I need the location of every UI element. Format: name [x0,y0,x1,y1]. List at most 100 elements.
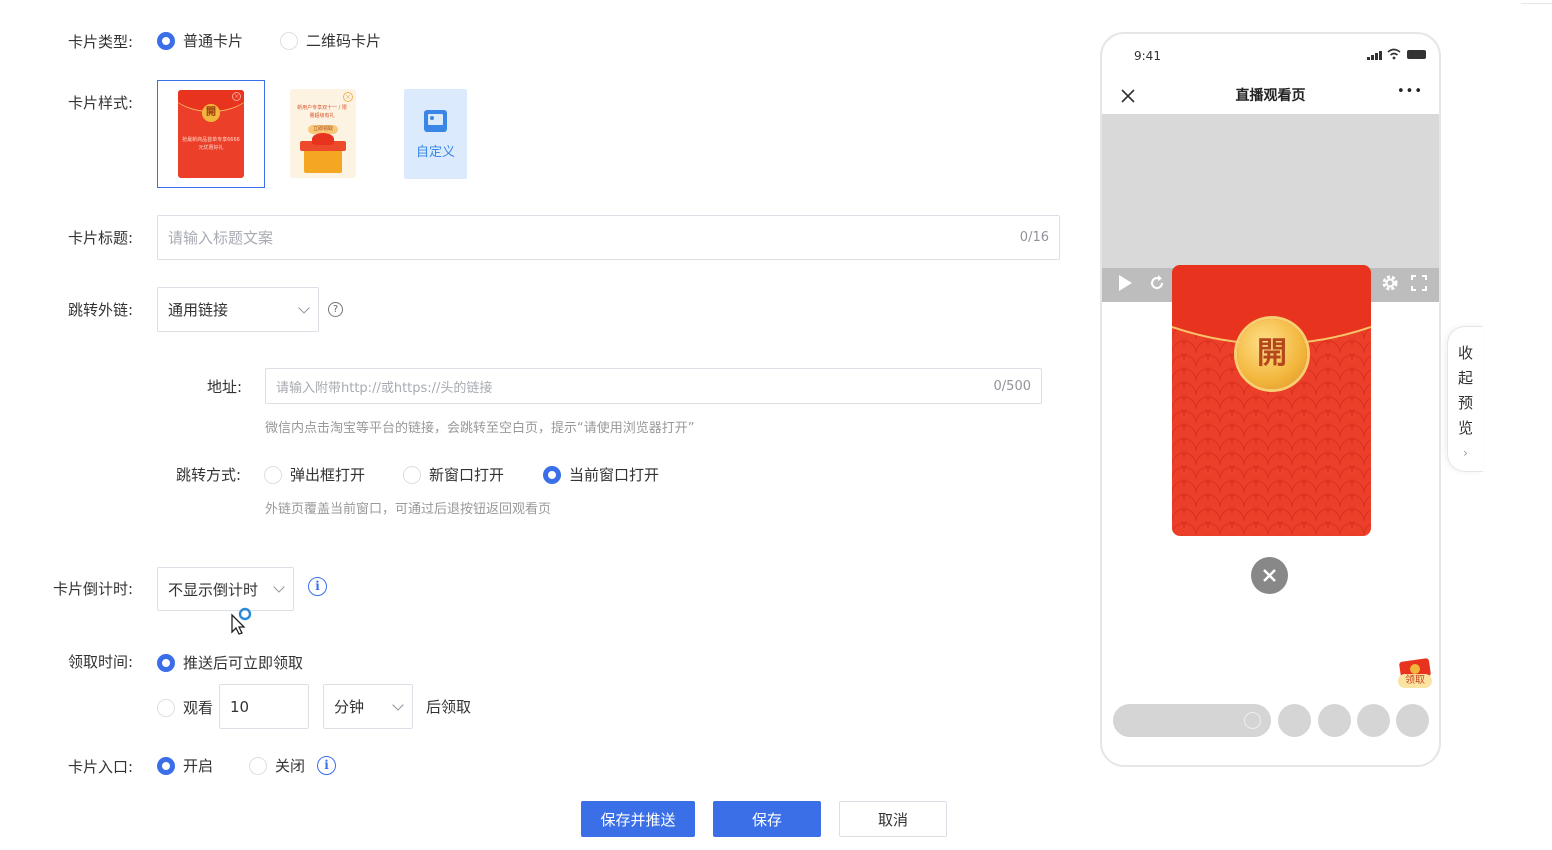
wifi-icon [1387,48,1401,60]
jump-mode-label: 跳转方式: [176,466,242,484]
redpacket-thumbnail: 開 × 抢最新商品首单专享6666元优惠好礼 [178,90,244,178]
fullscreen-icon[interactable] [1411,275,1427,291]
radio-unchecked-icon [280,31,298,50]
jump-mode-new-window-radio[interactable]: 新窗口打开 [403,464,504,485]
watch-unit-select[interactable]: 分钟 [323,684,413,729]
card-entry-on-radio[interactable]: 开启 [157,755,213,776]
radio-label: 二维码卡片 [306,32,382,50]
mouse-cursor-icon [231,607,252,635]
close-icon: × [343,92,353,102]
radio-label: 普通卡片 [183,32,244,50]
radio-label: 当前窗口打开 [569,466,660,484]
card-title-label: 卡片标题: [68,229,134,247]
gift-bow [312,133,334,145]
collapse-tab-char: 览 [1457,419,1473,437]
jump-mode-popup-radio[interactable]: 弹出框打开 [264,464,365,485]
custom-label: 自定义 [415,145,455,160]
bottom-action-button[interactable] [1357,704,1390,737]
redpacket-open-button[interactable]: 開 [1237,319,1307,389]
radio-unchecked-icon [249,756,267,775]
redpacket-thumb-text: 抢最新商品首单专享6666元优惠好礼 [182,137,240,151]
watch-unit-value: 分钟 [334,698,365,716]
card-type-label: 卡片类型: [68,33,134,51]
countdown-value: 不显示倒计时 [168,580,259,599]
bottom-action-button[interactable] [1318,704,1351,737]
play-icon[interactable] [1116,274,1134,292]
watch-minutes-value: 10 [230,697,250,716]
chevron-down-icon [392,698,404,711]
cancel-button[interactable]: 取消 [839,801,947,837]
radio-unchecked-icon [403,465,421,484]
status-bar-time: 9:41 [1134,49,1161,63]
help-icon[interactable]: ? [328,302,343,317]
card-type-normal-radio[interactable]: 普通卡片 [157,30,243,51]
image-icon [424,110,447,132]
redpacket-entry-icon[interactable]: 领取 [1398,656,1434,692]
address-placeholder: 请输入附带http://或https://头的链接 [276,380,493,396]
card-style-custom-option[interactable]: 自定义 [404,89,467,179]
close-icon [1263,569,1276,582]
bottom-action-button[interactable] [1278,704,1311,737]
preview-page-title: 直播观看页 [1235,88,1306,104]
more-icon[interactable]: ••• [1397,84,1423,99]
collapse-preview-tab[interactable]: 收 起 预 览 › [1447,326,1483,472]
settings-icon[interactable] [1381,274,1399,292]
redpacket-card[interactable]: 開 [1172,265,1371,536]
jump-link-value: 通用链接 [168,301,229,319]
chevron-down-icon [273,581,285,593]
watch-minutes-input[interactable]: 10 [219,684,309,729]
collapse-tab-char: 收 [1457,344,1473,362]
redpacket-open-icon: 開 [202,104,220,122]
address-input[interactable]: 请输入附带http://或https://头的链接 0/500 [265,368,1042,404]
card-title-placeholder: 请输入标题文案 [168,229,274,247]
receive-after-suffix: 后领取 [426,698,472,716]
address-counter: 0/500 [993,378,1031,394]
radio-unchecked-icon [157,698,175,717]
receive-immediately-radio[interactable]: 推送后可立即领取 [157,652,303,673]
comment-input[interactable] [1113,704,1271,737]
info-icon[interactable]: i [317,756,336,775]
radio-label: 新窗口打开 [429,466,505,484]
card-close-button[interactable] [1251,557,1288,594]
bottom-action-button[interactable] [1396,704,1429,737]
divider [1521,3,1552,4]
radio-label: 推送后可立即领取 [183,654,304,672]
radio-label: 关闭 [275,757,306,775]
gift-badge: 领取 [1398,674,1432,688]
signal-icon [1367,50,1383,60]
save-and-push-button[interactable]: 保存并推送 [581,801,695,837]
collapse-tab-char: 预 [1457,394,1473,412]
card-style-gift-option[interactable]: × 新用户专享双十一 / 限量超级有礼 立即领取 [290,89,356,178]
gift-thumb-text: 新用户专享双十一 / 限量超级有礼 [297,105,347,119]
address-label: 地址: [207,378,243,396]
chevron-right-icon: › [1463,446,1468,460]
radio-label: 开启 [183,757,214,775]
radio-checked-icon [157,31,175,50]
card-style-redpacket-option[interactable]: 開 × 抢最新商品首单专享6666元优惠好礼 [157,80,265,188]
radio-unchecked-icon [264,465,282,484]
card-entry-off-radio[interactable]: 关闭 [249,755,305,776]
radio-checked-icon [157,756,175,775]
receive-after-watch-radio[interactable]: 观看 [157,697,213,718]
address-hint: 微信内点击淘宝等平台的链接，会跳转至空白页，提示“请使用浏览器打开” [265,421,695,436]
refresh-icon[interactable] [1148,274,1166,292]
jump-mode-current-window-radio[interactable]: 当前窗口打开 [543,464,659,485]
battery-icon [1407,50,1426,59]
card-entry-label: 卡片入口: [68,758,134,776]
jump-link-label: 跳转外链: [68,301,134,319]
chevron-down-icon [298,301,310,314]
countdown-select[interactable]: 不显示倒计时 [157,567,294,611]
radio-label: 观看 [183,699,214,717]
jump-mode-hint: 外链页覆盖当前窗口，可通过后退按钮返回观看页 [265,502,552,517]
card-title-counter: 0/16 [1019,230,1049,245]
radio-checked-icon [543,465,561,484]
jump-link-select[interactable]: 通用链接 [157,287,319,332]
emoji-icon[interactable] [1244,712,1261,729]
info-icon[interactable]: i [308,577,327,596]
countdown-label: 卡片倒计时: [53,580,134,598]
radio-label: 弹出框打开 [290,466,366,484]
card-title-input[interactable]: 请输入标题文案 0/16 [157,215,1060,260]
collapse-tab-char: 起 [1457,369,1473,387]
card-type-qrcode-radio[interactable]: 二维码卡片 [280,30,381,51]
save-button[interactable]: 保存 [713,801,821,837]
